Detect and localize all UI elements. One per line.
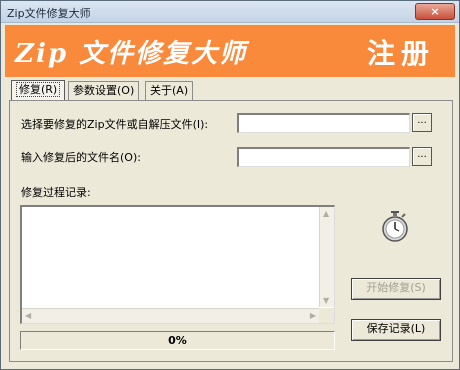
tab-repair[interactable]: 修复(R) bbox=[11, 80, 66, 101]
scroll-left-icon[interactable]: ◀ bbox=[25, 311, 31, 320]
scroll-up-icon[interactable]: ▲ bbox=[323, 209, 329, 218]
tab-settings[interactable]: 参数设置(O) bbox=[68, 81, 140, 100]
source-file-input[interactable] bbox=[237, 113, 410, 133]
target-file-label: 输入修复后的文件名(O): bbox=[21, 151, 141, 164]
scroll-right-icon[interactable]: ▶ bbox=[310, 311, 316, 320]
save-log-button[interactable]: 保存记录(L) bbox=[351, 319, 441, 341]
log-label: 修复过程记录: bbox=[21, 186, 91, 199]
source-file-label: 选择要修复的Zip文件或自解压文件(I): bbox=[21, 118, 209, 131]
app-window: Zip文件修复大师 × Zip 文件修复大师 注册 修复(R) 参数设置(O) … bbox=[0, 0, 460, 370]
log-horizontal-scrollbar[interactable]: ◀ ▶ bbox=[22, 308, 319, 323]
window-title: Zip文件修复大师 bbox=[7, 7, 91, 20]
tab-about-label: 关于(A) bbox=[150, 84, 189, 97]
register-link[interactable]: 注册 bbox=[367, 32, 435, 72]
repair-progress-bar: 0% bbox=[20, 331, 335, 350]
banner-title: Zip 文件修复大师 bbox=[15, 39, 248, 69]
close-icon: × bbox=[430, 5, 440, 18]
scroll-corner bbox=[319, 308, 334, 323]
progress-percent: 0% bbox=[168, 334, 187, 347]
title-bar[interactable]: Zip文件修复大师 × bbox=[1, 1, 459, 23]
stopwatch-icon bbox=[382, 211, 408, 242]
log-textarea[interactable]: ▲ ▼ ◀ ▶ bbox=[20, 205, 335, 324]
close-button[interactable]: × bbox=[415, 3, 455, 20]
source-browse-button[interactable]: ... bbox=[412, 113, 432, 132]
tab-repair-label: 修复(R) bbox=[16, 82, 61, 97]
scroll-down-icon[interactable]: ▼ bbox=[323, 296, 329, 305]
target-file-input[interactable] bbox=[237, 147, 410, 167]
tab-about[interactable]: 关于(A) bbox=[145, 81, 194, 100]
log-vertical-scrollbar[interactable]: ▲ ▼ bbox=[319, 207, 334, 307]
tab-settings-label: 参数设置(O) bbox=[73, 84, 135, 97]
header-banner: Zip 文件修复大师 注册 bbox=[5, 25, 455, 77]
target-browse-button[interactable]: ... bbox=[412, 147, 432, 166]
start-repair-button[interactable]: 开始修复(S) bbox=[351, 278, 441, 300]
